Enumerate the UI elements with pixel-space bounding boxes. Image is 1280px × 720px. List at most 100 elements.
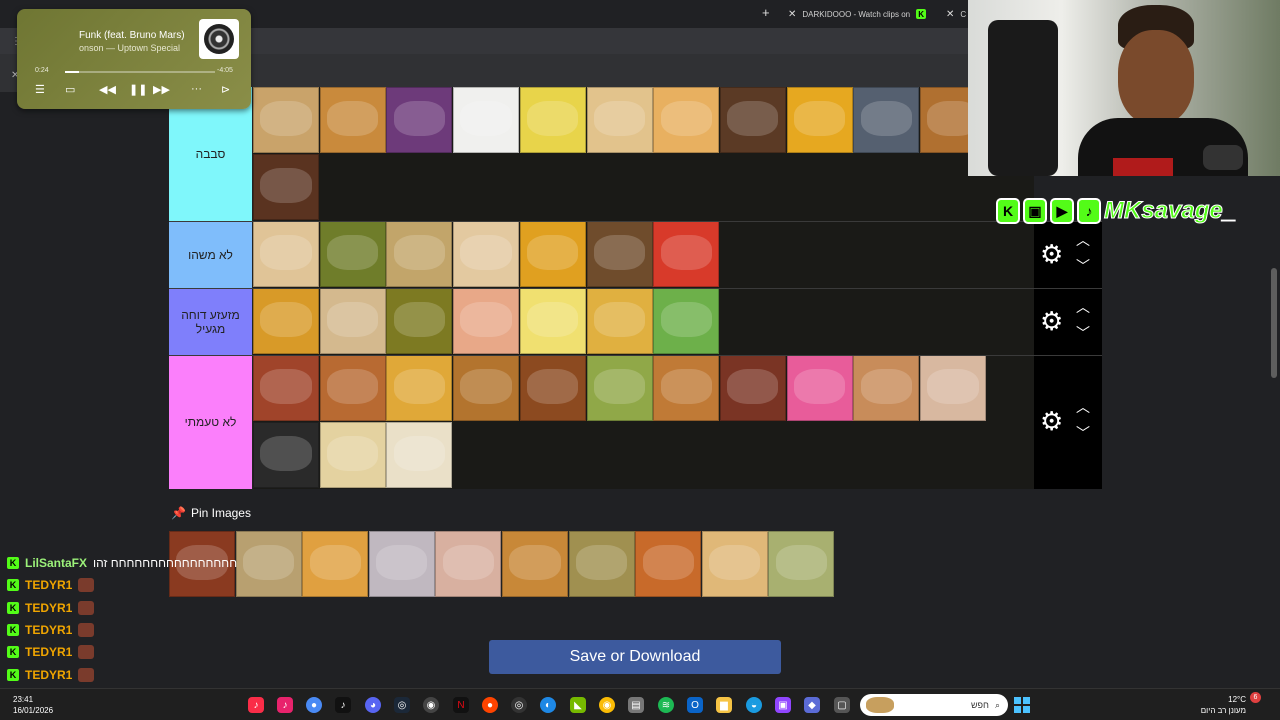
chat-username[interactable]: TEDYR1 xyxy=(25,578,72,592)
food-image-tile[interactable] xyxy=(519,355,586,421)
tier-label[interactable]: לא משהו xyxy=(169,221,253,288)
food-image-tile[interactable] xyxy=(386,87,453,153)
playlist-icon[interactable]: ☰ xyxy=(35,83,45,96)
food-image-tile[interactable] xyxy=(853,87,920,153)
chrome-icon[interactable]: ◉ xyxy=(599,697,615,713)
pinned-food-image[interactable] xyxy=(368,531,435,597)
progress-bar[interactable] xyxy=(65,71,215,73)
pinned-food-image[interactable] xyxy=(768,531,835,597)
close-icon[interactable]: ✕ xyxy=(788,9,796,20)
close-icon[interactable]: ✕ xyxy=(946,9,954,20)
weather-widget[interactable]: 12°C מעונן רב היום xyxy=(1196,694,1246,716)
chat-username[interactable]: TEDYR1 xyxy=(25,645,72,659)
chat-username[interactable]: LilSantaFX xyxy=(25,556,87,570)
windows-start-icon[interactable] xyxy=(1014,697,1030,713)
obs-icon[interactable]: ◉ xyxy=(423,697,439,713)
food-image-tile[interactable] xyxy=(453,288,520,354)
tier-label[interactable]: לא טעמתי xyxy=(169,355,253,489)
food-image-tile[interactable] xyxy=(786,355,853,421)
app-icon[interactable]: ● xyxy=(482,697,498,713)
food-image-tile[interactable] xyxy=(719,87,786,153)
pinned-food-image[interactable] xyxy=(635,531,702,597)
food-image-tile[interactable] xyxy=(386,221,453,287)
app-icon[interactable]: ◐ xyxy=(540,697,556,713)
food-image-tile[interactable] xyxy=(519,288,586,354)
save-or-download-button[interactable]: Save or Download xyxy=(489,640,781,674)
food-image-tile[interactable] xyxy=(920,355,986,421)
food-image-tile[interactable] xyxy=(453,355,520,421)
spotify-icon[interactable]: ≋ xyxy=(658,697,674,713)
chevron-up-icon[interactable]: ︿ xyxy=(1076,400,1090,414)
tiktok-icon[interactable]: ♪ xyxy=(335,697,351,713)
food-image-tile[interactable] xyxy=(653,221,720,287)
pinned-food-image[interactable] xyxy=(568,531,635,597)
gear-icon[interactable]: ⚙ xyxy=(1040,408,1063,434)
gear-icon[interactable]: ⚙ xyxy=(1040,241,1063,267)
food-image-tile[interactable] xyxy=(519,221,586,287)
page-scrollbar[interactable] xyxy=(1268,176,1280,686)
taskbar-clock[interactable]: 23:41 16/01/2026 xyxy=(13,694,53,716)
browser-tab-active[interactable]: ✕ C xyxy=(946,4,966,24)
pause-icon[interactable]: ❚❚ xyxy=(129,83,147,96)
food-image-tile[interactable] xyxy=(453,87,520,153)
app-icon[interactable]: ▢ xyxy=(834,697,850,713)
food-image-tile[interactable] xyxy=(253,422,319,488)
tier-label[interactable]: מזעזע דוחה מגעיל xyxy=(169,288,253,355)
previous-icon[interactable]: ◀◀ xyxy=(99,83,116,96)
copilot-icon[interactable]: ◆ xyxy=(804,697,820,713)
gear-icon[interactable]: ⚙ xyxy=(1040,308,1063,334)
food-image-tile[interactable] xyxy=(586,221,653,287)
twitch-icon[interactable]: ▣ xyxy=(775,697,791,713)
discord-icon[interactable]: ◕ xyxy=(365,697,381,713)
pinned-food-image[interactable] xyxy=(302,531,369,597)
food-image-tile[interactable] xyxy=(653,355,720,421)
food-image-tile[interactable] xyxy=(386,288,453,354)
food-image-tile[interactable] xyxy=(586,87,653,153)
scrollbar-thumb[interactable] xyxy=(1271,268,1277,378)
chrome-profile-icon[interactable]: ● xyxy=(306,697,322,713)
food-image-tile[interactable] xyxy=(386,422,453,488)
netflix-icon[interactable]: N xyxy=(453,697,469,713)
tiktok-app-icon[interactable]: ♪ xyxy=(277,697,293,713)
food-image-tile[interactable] xyxy=(319,288,386,354)
food-image-tile[interactable] xyxy=(653,288,720,354)
edge-icon[interactable]: ◒ xyxy=(746,697,762,713)
pinned-food-image[interactable] xyxy=(435,531,502,597)
food-image-tile[interactable] xyxy=(586,355,653,421)
food-image-tile[interactable] xyxy=(853,355,920,421)
food-image-tile[interactable] xyxy=(653,87,720,153)
app-icon[interactable]: ◎ xyxy=(511,697,527,713)
lyrics-icon[interactable]: ▭ xyxy=(65,83,75,96)
outlook-icon[interactable]: O xyxy=(687,697,703,713)
food-image-tile[interactable] xyxy=(253,288,319,354)
file-explorer-icon[interactable]: ▆ xyxy=(716,697,732,713)
airplay-icon[interactable]: ⊳ xyxy=(221,83,230,96)
browser-tab-darkidooo[interactable]: ✕ DARKIDOOO - Watch clips on K xyxy=(788,4,927,24)
taskbar-search[interactable]: חפש ⌕ xyxy=(860,694,1008,716)
nvidia-icon[interactable]: ◣ xyxy=(570,697,586,713)
food-image-tile[interactable] xyxy=(453,221,520,287)
chat-username[interactable]: TEDYR1 xyxy=(25,623,72,637)
food-image-tile[interactable] xyxy=(253,355,319,421)
more-icon[interactable]: ··· xyxy=(191,83,202,95)
food-image-tile[interactable] xyxy=(519,87,586,153)
food-image-tile[interactable] xyxy=(319,422,386,488)
store-icon[interactable]: ▤ xyxy=(628,697,644,713)
chevron-down-icon[interactable]: ﹀ xyxy=(1076,426,1090,440)
food-image-tile[interactable] xyxy=(253,221,319,287)
chevron-down-icon[interactable]: ﹀ xyxy=(1076,326,1090,340)
food-image-tile[interactable] xyxy=(786,87,853,153)
chevron-up-icon[interactable]: ︿ xyxy=(1076,300,1090,314)
pinned-food-image[interactable] xyxy=(235,531,302,597)
pinned-food-image[interactable] xyxy=(701,531,768,597)
new-tab-button[interactable]: + xyxy=(762,5,770,20)
apple-music-icon[interactable]: ♪ xyxy=(248,697,264,713)
food-image-tile[interactable] xyxy=(719,355,786,421)
chat-username[interactable]: TEDYR1 xyxy=(25,668,72,682)
food-image-tile[interactable] xyxy=(253,87,319,153)
food-image-tile[interactable] xyxy=(319,221,386,287)
pinned-food-image[interactable] xyxy=(502,531,568,597)
food-image-tile[interactable] xyxy=(319,355,386,421)
chat-username[interactable]: TEDYR1 xyxy=(25,601,72,615)
food-image-tile[interactable] xyxy=(253,154,319,220)
